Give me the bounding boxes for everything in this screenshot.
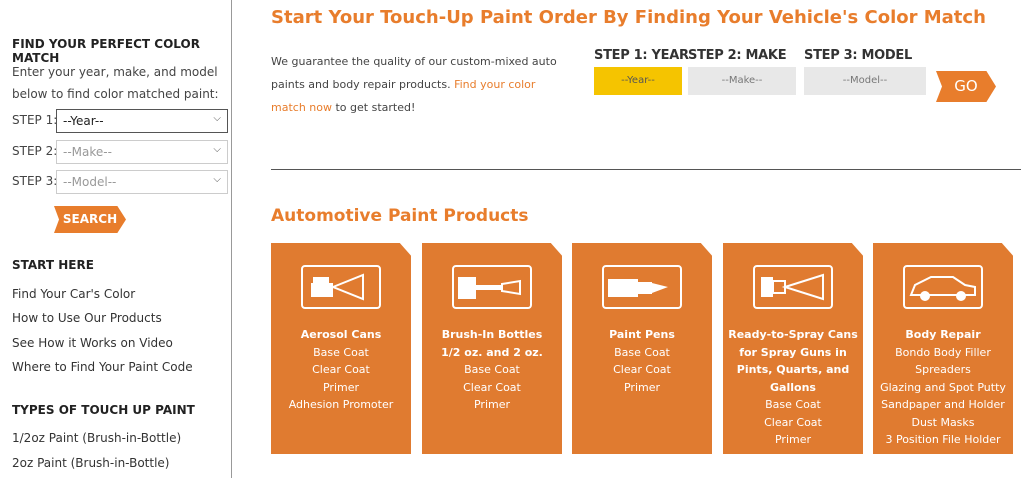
step-label: STEP 3: bbox=[12, 174, 58, 188]
step-model-label: STEP 3: MODEL bbox=[804, 48, 912, 63]
card-item: Base Coat bbox=[313, 345, 369, 359]
paint-pen-icon bbox=[602, 265, 682, 309]
year-select-value: --Year-- bbox=[63, 114, 104, 128]
card-subtitle: for Spray Guns in bbox=[739, 345, 847, 359]
products-title: Automotive Paint Products bbox=[271, 206, 529, 226]
card-subtitle: Pints, Quarts, and bbox=[736, 363, 850, 376]
card-title: Aerosol Cans bbox=[300, 328, 382, 341]
model-dropdown[interactable]: --Model-- bbox=[804, 67, 926, 95]
step-make-label: STEP 2: MAKE bbox=[688, 48, 787, 63]
divider bbox=[271, 169, 1021, 170]
brush-bottle-icon bbox=[452, 265, 532, 309]
intro-text: We guarantee the quality of our custom-m… bbox=[271, 50, 561, 119]
chevron-down-icon: ⌵ bbox=[213, 144, 221, 155]
card-item: 3 Position File Holder bbox=[885, 433, 1001, 446]
model-select-value: --Model-- bbox=[63, 175, 117, 189]
card-title: Paint Pens bbox=[609, 328, 675, 341]
card-item: Clear Coat bbox=[312, 363, 370, 376]
spray-gun-icon bbox=[753, 265, 833, 309]
card-title: Brush-In Bottles bbox=[441, 328, 543, 341]
link-how-to-use[interactable]: How to Use Our Products bbox=[12, 311, 162, 325]
chevron-down-icon: ⌵ bbox=[213, 174, 221, 185]
card-item: Adhesion Promoter bbox=[288, 398, 394, 411]
step-year-label: STEP 1: YEAR bbox=[594, 48, 689, 63]
card-item: Clear Coat bbox=[764, 415, 822, 429]
step-label: STEP 1: bbox=[12, 113, 58, 127]
card-title: Body Repair bbox=[905, 328, 981, 341]
make-select-value: --Make-- bbox=[63, 145, 112, 159]
make-dropdown[interactable]: --Make-- bbox=[688, 67, 796, 95]
card-item: Dust Masks bbox=[911, 415, 975, 429]
search-button[interactable]: SEARCH bbox=[54, 206, 126, 233]
aerosol-can-icon bbox=[301, 265, 381, 309]
product-card-paint-pens[interactable]: Paint Pens Base Coat Clear Coat Primer bbox=[572, 243, 712, 454]
model-select[interactable]: --Model-- ⌵ bbox=[56, 170, 228, 194]
main-step-year: STEP 1: YEAR --Year-- bbox=[594, 48, 689, 95]
card-item: Base Coat bbox=[765, 398, 821, 411]
start-here-heading: START HERE bbox=[12, 258, 94, 272]
link-half-oz-paint[interactable]: 1/2oz Paint (Brush-in-Bottle) bbox=[12, 431, 181, 445]
sidebar: FIND YOUR PERFECT COLOR MATCH Enter your… bbox=[0, 0, 232, 478]
intro-line-1: We guarantee the quality of our custom-m… bbox=[271, 55, 557, 68]
link-paint-code[interactable]: Where to Find Your Paint Code bbox=[12, 360, 193, 374]
chevron-down-icon: ⌵ bbox=[213, 113, 221, 124]
car-icon bbox=[903, 265, 983, 309]
card-item: Base Coat bbox=[464, 363, 520, 376]
find-color-text-1: Enter your year, make, and model bbox=[12, 65, 218, 79]
page-title: Start Your Touch-Up Paint Order By Findi… bbox=[271, 7, 986, 28]
link-find-car-color[interactable]: Find Your Car's Color bbox=[12, 287, 135, 301]
sidebar-step-model: STEP 3: --Model-- ⌵ bbox=[12, 170, 228, 194]
card-item: Primer bbox=[473, 398, 511, 411]
card-item: Primer bbox=[774, 433, 812, 446]
types-heading: TYPES OF TOUCH UP PAINT bbox=[12, 403, 195, 417]
sidebar-step-year: STEP 1: --Year-- ⌵ bbox=[12, 109, 228, 133]
step-label: STEP 2: bbox=[12, 144, 58, 158]
card-item: Bondo Body Filler bbox=[895, 345, 991, 359]
main-step-model: STEP 3: MODEL --Model-- bbox=[804, 48, 926, 95]
make-select[interactable]: --Make-- ⌵ bbox=[56, 140, 228, 164]
find-color-text-2: below to find color matched paint: bbox=[12, 87, 219, 101]
year-select[interactable]: --Year-- ⌵ bbox=[56, 109, 228, 133]
year-dropdown[interactable]: --Year-- bbox=[594, 67, 682, 95]
link-2oz-paint[interactable]: 2oz Paint (Brush-in-Bottle) bbox=[12, 456, 169, 470]
card-subtitle: Gallons bbox=[770, 380, 816, 394]
card-item: Sandpaper and Holder bbox=[881, 398, 1005, 411]
product-card-ready-to-spray[interactable]: Ready-to-Spray Cans for Spray Guns in Pi… bbox=[723, 243, 863, 454]
product-card-aerosol[interactable]: Aerosol Cans Base Coat Clear Coat Primer… bbox=[271, 243, 411, 454]
card-item: Base Coat bbox=[614, 345, 670, 359]
product-card-body-repair[interactable]: Body Repair Bondo Body Filler Spreaders … bbox=[873, 243, 1013, 454]
card-title: Ready-to-Spray Cans bbox=[728, 328, 858, 341]
card-item: Spreaders bbox=[915, 363, 971, 376]
card-item: Primer bbox=[623, 380, 661, 394]
product-card-brush-in[interactable]: Brush-In Bottles 1/2 oz. and 2 oz. Base … bbox=[422, 243, 562, 454]
go-button[interactable]: GO bbox=[936, 71, 996, 102]
card-item: Glazing and Spot Putty bbox=[880, 380, 1006, 394]
card-item: Clear Coat bbox=[463, 380, 521, 394]
card-subtitle: 1/2 oz. and 2 oz. bbox=[441, 345, 543, 359]
link-video[interactable]: See How it Works on Video bbox=[12, 336, 173, 350]
sidebar-step-make: STEP 2: --Make-- ⌵ bbox=[12, 140, 228, 164]
card-item: Clear Coat bbox=[613, 363, 671, 376]
intro-line-2: paints and body repair products. bbox=[271, 78, 451, 91]
card-item: Primer bbox=[322, 380, 360, 394]
main-step-make: STEP 2: MAKE --Make-- bbox=[688, 48, 796, 95]
intro-line-3: to get started! bbox=[335, 101, 416, 114]
